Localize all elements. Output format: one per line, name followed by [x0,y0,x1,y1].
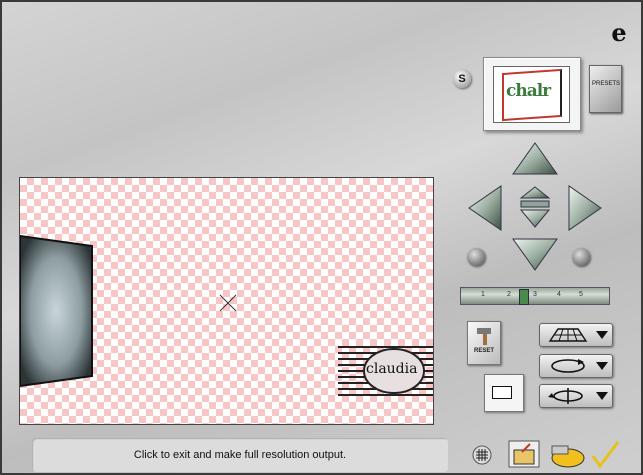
presets-button[interactable]: PRESETS [589,65,622,113]
chevron-down-icon [596,362,608,370]
thumbnail-text: chalr [506,81,551,101]
arrow-right-icon[interactable] [568,185,602,231]
zoom-label-4: 4 [557,291,561,298]
zoom-label-1: 1 [481,291,485,298]
s-button[interactable]: S [453,70,471,88]
pointing-hand-icon[interactable] [550,442,586,470]
zoom-label-5: 5 [579,291,583,298]
rotate-right-button[interactable] [572,248,590,266]
hammer-icon [477,328,491,345]
frame-icon [492,386,512,399]
frame-panel-shape [20,234,93,388]
center-up-icon[interactable] [519,186,551,199]
reset-label: RESET [474,348,495,354]
frame-toggle-button[interactable] [484,374,524,412]
presets-label: PRESETS [592,81,621,87]
arrow-down-icon[interactable] [512,238,558,271]
center-bar [520,200,550,208]
chevron-down-icon [596,392,608,400]
zoom-slider-knob[interactable] [519,289,529,305]
thumbnail-image: chalr [493,66,570,123]
preview-canvas[interactable]: claudia [19,177,434,425]
center-down-icon[interactable] [519,209,551,228]
zoom-label-3: 3 [533,291,537,298]
checkmark-icon[interactable] [590,440,620,470]
rotate-left-button[interactable] [467,248,485,266]
open-folder-icon[interactable] [508,440,540,468]
preview-thumbnail[interactable]: chalr [483,57,581,131]
arrow-up-icon[interactable] [512,142,558,175]
grid-mode-dropdown[interactable] [539,323,613,347]
zoom-label-2: 2 [507,291,511,298]
status-bar[interactable]: Click to exit and make full resolution o… [32,438,448,472]
reset-button[interactable]: RESET [467,321,501,365]
watermark-text: claudia [366,361,418,377]
spin-axis-icon [548,388,583,404]
app-logo: e [611,18,627,47]
filter-dialog: e S chalr PRESETS 1 2 3 4 5 RESET claudi… [0,0,643,475]
rotate-loop-icon [551,359,585,373]
rotate-mode-dropdown[interactable] [539,354,613,378]
spin-mode-dropdown[interactable] [539,384,613,408]
arrow-left-icon[interactable] [468,185,502,231]
grid-icon[interactable] [472,445,492,465]
status-message: Click to exit and make full resolution o… [133,449,347,461]
grid-plane-icon [548,328,588,342]
chevron-down-icon [596,331,608,339]
preview-content [20,234,433,396]
zoom-slider[interactable]: 1 2 3 4 5 [460,287,610,305]
